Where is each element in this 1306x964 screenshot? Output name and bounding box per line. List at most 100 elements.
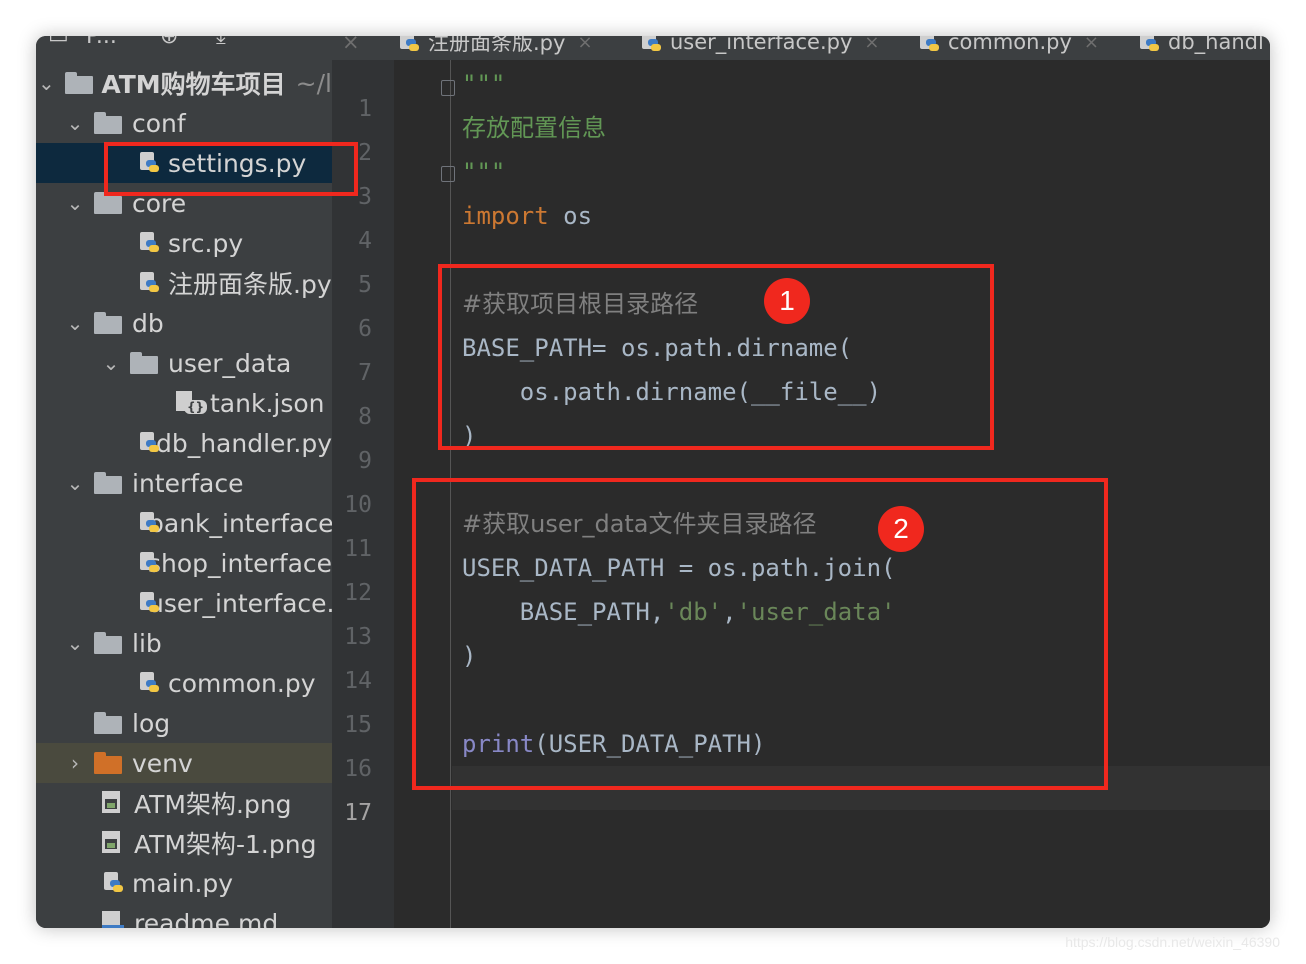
folder-icon bbox=[94, 712, 124, 734]
tree-item-label: 注册面条版.py bbox=[168, 270, 332, 299]
tree-item-interface[interactable]: ⌄ interface bbox=[36, 463, 332, 503]
tree-item-src[interactable]: src.py bbox=[36, 223, 332, 263]
tab-label: 注册面条版.py bbox=[428, 36, 566, 55]
tree-item-label: db bbox=[132, 308, 164, 338]
tree-item-label: ATM购物车项目 bbox=[101, 70, 286, 99]
tree-item-label: common.py bbox=[168, 668, 316, 698]
folder-icon bbox=[64, 72, 93, 94]
tree-item-bank-interface[interactable]: bank_interface.py bbox=[36, 503, 332, 543]
tree-item-db[interactable]: ⌄ db bbox=[36, 303, 332, 343]
tree-item-label: lib bbox=[132, 628, 162, 658]
python-file-icon bbox=[140, 272, 160, 294]
tree-item-label: core bbox=[132, 188, 187, 218]
tree-item-atm-png[interactable]: ATM架构.png bbox=[36, 783, 332, 823]
tree-item-label: readme.md bbox=[134, 908, 279, 929]
tree-item-label: log bbox=[132, 708, 171, 738]
close-tab-icon[interactable]: × bbox=[577, 36, 592, 53]
tree-item-conf[interactable]: ⌄ conf bbox=[36, 103, 332, 143]
python-file-icon bbox=[140, 432, 159, 454]
line-number: 6 bbox=[358, 316, 372, 342]
tree-item-label: interface bbox=[132, 468, 244, 498]
tree-item-label: shop_interface.py bbox=[148, 548, 332, 578]
expand-icon[interactable]: ⌃ bbox=[270, 36, 288, 49]
tree-item-db-handler[interactable]: db_handler.py bbox=[36, 423, 332, 463]
chevron-down-icon[interactable]: ⌄ bbox=[64, 631, 86, 655]
line-number: 8 bbox=[358, 404, 372, 430]
tree-item-log[interactable]: log bbox=[36, 703, 332, 743]
line-number: 12 bbox=[344, 580, 372, 606]
chevron-down-icon[interactable]: ⌄ bbox=[64, 191, 86, 215]
line-number: 3 bbox=[358, 184, 372, 210]
code-line-8: os.path.dirname(__file__) bbox=[462, 378, 882, 406]
annotation-badge-1: 1 bbox=[764, 278, 810, 324]
code-line-2: 存放配置信息 bbox=[462, 114, 606, 142]
chevron-down-icon[interactable]: ⌄ bbox=[64, 111, 86, 135]
chevron-down-icon[interactable]: ⌄ bbox=[100, 351, 122, 375]
line-number: 11 bbox=[344, 536, 372, 562]
fold-marker-icon[interactable] bbox=[441, 166, 455, 182]
code-line-12: USER_DATA_PATH = os.path.join( bbox=[462, 554, 896, 582]
collapse-icon[interactable]: ⤓ bbox=[216, 36, 226, 49]
tree-item-user-interface[interactable]: user_interface.py bbox=[36, 583, 332, 623]
project-view-icon[interactable]: ▭ bbox=[48, 36, 69, 49]
tree-item-label: bank_interface.py bbox=[148, 508, 332, 538]
close-tab-icon[interactable]: × bbox=[1084, 36, 1099, 53]
project-tree: ⌄ ATM购物车项目 ~/l ⌄ conf settings.py ⌄ core… bbox=[36, 60, 332, 928]
chevron-right-icon[interactable]: › bbox=[64, 751, 86, 775]
tab-db-handler[interactable]: db_handl bbox=[1140, 36, 1264, 60]
tree-item-register[interactable]: 注册面条版.py bbox=[36, 263, 332, 303]
tree-item-main[interactable]: main.py bbox=[36, 863, 332, 903]
code-line-1: """ bbox=[462, 70, 506, 98]
tab-label: db_handl bbox=[1168, 36, 1264, 54]
tab-label: common.py bbox=[948, 36, 1072, 54]
code-line-6-comment: #获取项目根目录路径 bbox=[462, 290, 699, 318]
folder-icon bbox=[130, 352, 160, 374]
image-file-icon bbox=[100, 791, 126, 815]
tree-item-readme[interactable]: readme.md bbox=[36, 903, 332, 928]
tree-item-shop-interface[interactable]: shop_interface.py bbox=[36, 543, 332, 583]
tree-item-lib[interactable]: ⌄ lib bbox=[36, 623, 332, 663]
code-line-7: BASE_PATH= os.path.dirname( bbox=[462, 334, 853, 362]
close-tab-icon[interactable]: × bbox=[864, 36, 879, 53]
chevron-down-icon[interactable]: ⌄ bbox=[36, 71, 57, 95]
tab-label: user_interface.py bbox=[670, 36, 853, 54]
target-icon[interactable]: ⊕ bbox=[160, 36, 178, 49]
tab-common[interactable]: common.py × bbox=[920, 36, 1099, 60]
python-file-icon bbox=[1140, 36, 1160, 53]
tab-left-close-icon[interactable]: × bbox=[342, 36, 360, 60]
tree-item-label: user_interface.py bbox=[148, 588, 332, 618]
project-toolbar: ▭ P... ⊕ ⤓ ⌃ bbox=[36, 36, 332, 60]
image-file-icon bbox=[100, 831, 126, 855]
fold-marker-icon[interactable] bbox=[441, 80, 455, 96]
folder-icon bbox=[94, 192, 124, 214]
tree-item-core[interactable]: ⌄ core bbox=[36, 183, 332, 223]
tab-user-interface[interactable]: user_interface.py × bbox=[642, 36, 880, 60]
tree-item-tank-json[interactable]: {} tank.json bbox=[36, 383, 332, 423]
code-line-4: import os bbox=[462, 202, 593, 230]
line-number: 2 bbox=[358, 140, 372, 166]
line-number: 4 bbox=[358, 228, 372, 254]
folder-icon bbox=[94, 752, 124, 774]
python-file-icon bbox=[920, 36, 940, 53]
tree-item-settings[interactable]: settings.py bbox=[36, 143, 332, 183]
code-line-9: ) bbox=[462, 422, 477, 450]
folder-icon bbox=[94, 472, 124, 494]
tree-item-venv[interactable]: › venv bbox=[36, 743, 332, 783]
chevron-down-icon[interactable]: ⌄ bbox=[64, 311, 86, 335]
tree-item-label: user_data bbox=[168, 348, 292, 378]
code-line-14: ) bbox=[462, 642, 477, 670]
tree-item-atm-1-png[interactable]: ATM架构-1.png bbox=[36, 823, 332, 863]
line-number: 9 bbox=[358, 448, 372, 474]
tree-item-project-root[interactable]: ⌄ ATM购物车项目 ~/l bbox=[36, 63, 332, 103]
line-number: 10 bbox=[344, 492, 372, 518]
tab-register-file[interactable]: 注册面条版.py × bbox=[400, 36, 593, 60]
line-number: 1 bbox=[358, 96, 372, 122]
tree-item-common[interactable]: common.py bbox=[36, 663, 332, 703]
python-file-icon bbox=[400, 36, 420, 53]
project-selector[interactable]: P... bbox=[86, 36, 117, 49]
line-number-gutter: 1 2 3 4 5 6 7 8 9 10 11 12 13 14 15 16 1… bbox=[332, 60, 394, 928]
tree-item-user-data[interactable]: ⌄ user_data bbox=[36, 343, 332, 383]
chevron-down-icon[interactable]: ⌄ bbox=[64, 471, 86, 495]
line-number-current: 17 bbox=[344, 800, 372, 826]
tree-item-label: venv bbox=[132, 748, 193, 778]
